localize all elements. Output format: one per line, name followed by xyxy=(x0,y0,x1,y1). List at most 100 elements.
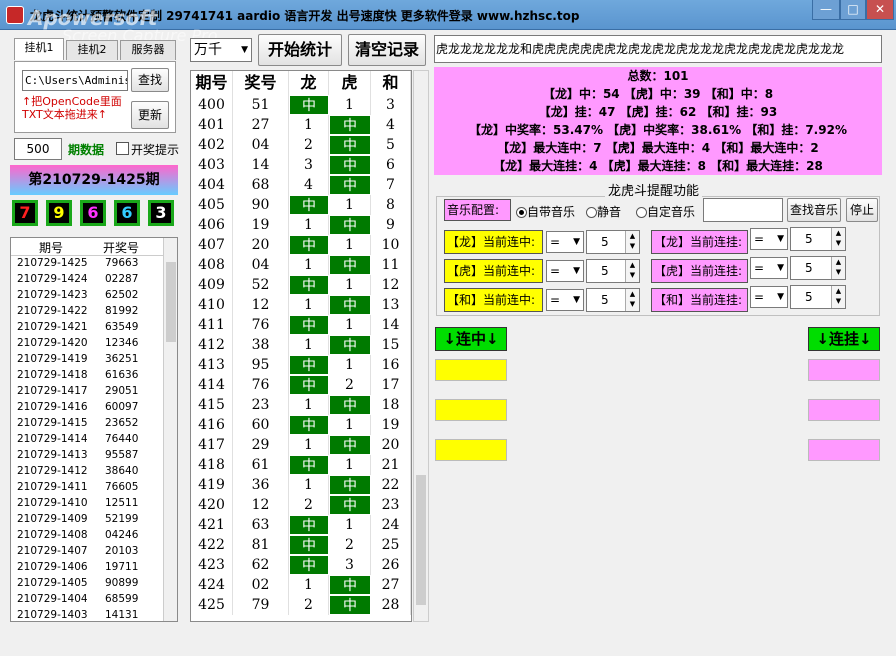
grid-row[interactable]: 411 76 中 1 14 xyxy=(191,315,411,335)
grid-row[interactable]: 420 12 2 中 23 xyxy=(191,495,411,515)
minimize-button[interactable]: — xyxy=(812,0,840,20)
history-row[interactable]: 210729-1408 04246 xyxy=(11,528,177,544)
grid-row[interactable]: 400 51 中 1 3 xyxy=(191,95,411,115)
history-row[interactable]: 210729-1420 12346 xyxy=(11,336,177,352)
grid-row[interactable]: 415 23 1 中 18 xyxy=(191,395,411,415)
grid-cell-tiger: 1 xyxy=(329,195,371,215)
grid-row[interactable]: 421 63 中 1 24 xyxy=(191,515,411,535)
start-stats-button[interactable]: 开始统计 xyxy=(258,34,342,66)
history-row[interactable]: 210729-1422 81992 xyxy=(11,304,177,320)
history-row[interactable]: 210729-1414 76440 xyxy=(11,432,177,448)
find-button[interactable]: 查找 xyxy=(131,68,169,92)
radio-mute[interactable]: 静音 xyxy=(586,203,621,220)
history-row[interactable]: 210729-1406 19711 xyxy=(11,560,177,576)
grid-scroll-thumb[interactable] xyxy=(416,475,426,605)
grid-scrollbar[interactable] xyxy=(413,70,429,622)
lose-threshold-spinner-tie[interactable]: 5 ▲ ▼ xyxy=(790,285,846,309)
grid-row[interactable]: 425 79 2 中 28 xyxy=(191,595,411,615)
history-row-number: 19711 xyxy=(105,561,139,573)
history-row[interactable]: 210729-1411 76605 xyxy=(11,480,177,496)
tab-server[interactable]: 服务器 xyxy=(120,40,176,60)
grid-row[interactable]: 403 14 3 中 6 xyxy=(191,155,411,175)
win-threshold-spinner-tie[interactable]: 5 ▲ ▼ xyxy=(586,288,640,312)
win-operator-select-dragon[interactable]: = ▼ xyxy=(546,231,584,253)
radio-builtin-music[interactable]: 自带音乐 xyxy=(516,203,575,220)
grid-row[interactable]: 412 38 1 中 15 xyxy=(191,335,411,355)
spinner-arrows-icon[interactable]: ▲ ▼ xyxy=(831,257,845,279)
spinner-arrows-icon[interactable]: ▲ ▼ xyxy=(831,286,845,308)
history-row[interactable]: 210729-1415 23652 xyxy=(11,416,177,432)
grid-row[interactable]: 410 12 1 中 13 xyxy=(191,295,411,315)
history-row[interactable]: 210729-1424 02287 xyxy=(11,272,177,288)
lose-operator-select-tiger[interactable]: = ▼ xyxy=(750,257,788,279)
win-threshold-spinner-tiger[interactable]: 5 ▲ ▼ xyxy=(586,259,640,283)
history-list[interactable]: 期号 开奖号 210729-1425 79663 210729-1424 02287 2… xyxy=(10,237,178,622)
grid-row[interactable]: 416 60 中 1 19 xyxy=(191,415,411,435)
history-row[interactable]: 210729-1416 60097 xyxy=(11,400,177,416)
history-row[interactable]: 210729-1405 90899 xyxy=(11,576,177,592)
grid-row[interactable]: 408 04 1 中 11 xyxy=(191,255,411,275)
history-row[interactable]: 210729-1417 29051 xyxy=(11,384,177,400)
find-music-button[interactable]: 查找音乐 xyxy=(787,198,841,222)
result-grid[interactable]: 期号 奖号 龙 虎 和 400 51 中 1 3 401 27 1 中 4 402 04 2 中 5 403 1… xyxy=(190,70,412,622)
app-logo-icon xyxy=(6,6,24,24)
stop-music-button[interactable]: 停止 xyxy=(846,198,878,222)
lose-threshold-spinner-dragon[interactable]: 5 ▲ ▼ xyxy=(790,227,846,251)
grid-row[interactable]: 414 76 中 2 17 xyxy=(191,375,411,395)
grid-row[interactable]: 405 90 中 1 8 xyxy=(191,195,411,215)
grid-cell-tie: 10 xyxy=(371,235,411,255)
grid-row[interactable]: 406 19 1 中 9 xyxy=(191,215,411,235)
history-row[interactable]: 210729-1410 12511 xyxy=(11,496,177,512)
history-row[interactable]: 210729-1413 95587 xyxy=(11,448,177,464)
grid-row[interactable]: 424 02 1 中 27 xyxy=(191,575,411,595)
close-button[interactable]: ✕ xyxy=(866,0,894,20)
win-operator-select-tie[interactable]: = ▼ xyxy=(546,289,584,311)
win-streak-button[interactable]: ↓连中↓ xyxy=(435,327,507,351)
win-operator-select-tiger[interactable]: = ▼ xyxy=(546,260,584,282)
grid-row[interactable]: 419 36 1 中 22 xyxy=(191,475,411,495)
grid-row[interactable]: 422 81 中 2 25 xyxy=(191,535,411,555)
grid-row[interactable]: 409 52 中 1 12 xyxy=(191,275,411,295)
grid-row[interactable]: 423 62 中 3 26 xyxy=(191,555,411,575)
grid-row[interactable]: 418 61 中 1 21 xyxy=(191,455,411,475)
lose-streak-button[interactable]: ↓连挂↓ xyxy=(808,327,880,351)
maximize-button[interactable]: □ xyxy=(840,0,866,20)
history-row[interactable]: 210729-1423 62502 xyxy=(11,288,177,304)
mode-select[interactable]: 万千 ▼ xyxy=(190,38,252,62)
win-threshold-spinner-dragon[interactable]: 5 ▲ ▼ xyxy=(586,230,640,254)
grid-row[interactable]: 401 27 1 中 4 xyxy=(191,115,411,135)
history-row[interactable]: 210729-1403 14131 xyxy=(11,608,177,621)
spinner-arrows-icon[interactable]: ▲ ▼ xyxy=(625,231,639,253)
history-row[interactable]: 210729-1407 20103 xyxy=(11,544,177,560)
lose-operator-select-tie[interactable]: = ▼ xyxy=(750,286,788,308)
update-button[interactable]: 更新 xyxy=(131,101,169,129)
spinner-arrows-icon[interactable]: ▲ ▼ xyxy=(625,289,639,311)
history-row[interactable]: 210729-1404 68599 xyxy=(11,592,177,608)
clear-records-button[interactable]: 清空记录 xyxy=(348,34,426,66)
period-count-input[interactable]: 500 xyxy=(14,138,62,160)
spinner-arrows-icon[interactable]: ▲ ▼ xyxy=(831,228,845,250)
tab-guaji2[interactable]: 挂机2 xyxy=(66,40,118,60)
history-row[interactable]: 210729-1409 52199 xyxy=(11,512,177,528)
grid-row[interactable]: 417 29 1 中 20 xyxy=(191,435,411,455)
radio-custom-music[interactable]: 自定音乐 xyxy=(636,203,695,220)
spinner-arrows-icon[interactable]: ▲ ▼ xyxy=(625,260,639,282)
history-row[interactable]: 210729-1412 38640 xyxy=(11,464,177,480)
lose-threshold-spinner-tiger[interactable]: 5 ▲ ▼ xyxy=(790,256,846,280)
history-row[interactable]: 210729-1425 79663 xyxy=(11,256,177,272)
history-row[interactable]: 210729-1419 36251 xyxy=(11,352,177,368)
history-scroll-thumb[interactable] xyxy=(166,262,176,342)
file-path-input[interactable]: C:\Users\Administ xyxy=(22,70,128,91)
draw-hint-checkbox[interactable] xyxy=(116,142,129,155)
lose-operator-select-dragon[interactable]: = ▼ xyxy=(750,228,788,250)
history-scrollbar[interactable] xyxy=(163,238,177,621)
custom-music-input[interactable] xyxy=(703,198,783,222)
history-row[interactable]: 210729-1421 63549 xyxy=(11,320,177,336)
history-row[interactable]: 210729-1418 61636 xyxy=(11,368,177,384)
sequence-text-box[interactable]: 虎龙龙龙龙龙龙和虎虎虎虎虎虎虎龙虎龙虎龙虎龙龙龙虎龙虎龙虎龙虎龙龙龙 xyxy=(434,35,882,63)
grid-row[interactable]: 404 68 4 中 7 xyxy=(191,175,411,195)
grid-row[interactable]: 402 04 2 中 5 xyxy=(191,135,411,155)
grid-row[interactable]: 407 20 中 1 10 xyxy=(191,235,411,255)
grid-row[interactable]: 413 95 中 1 16 xyxy=(191,355,411,375)
tab-guaji1[interactable]: 挂机1 xyxy=(14,38,64,60)
